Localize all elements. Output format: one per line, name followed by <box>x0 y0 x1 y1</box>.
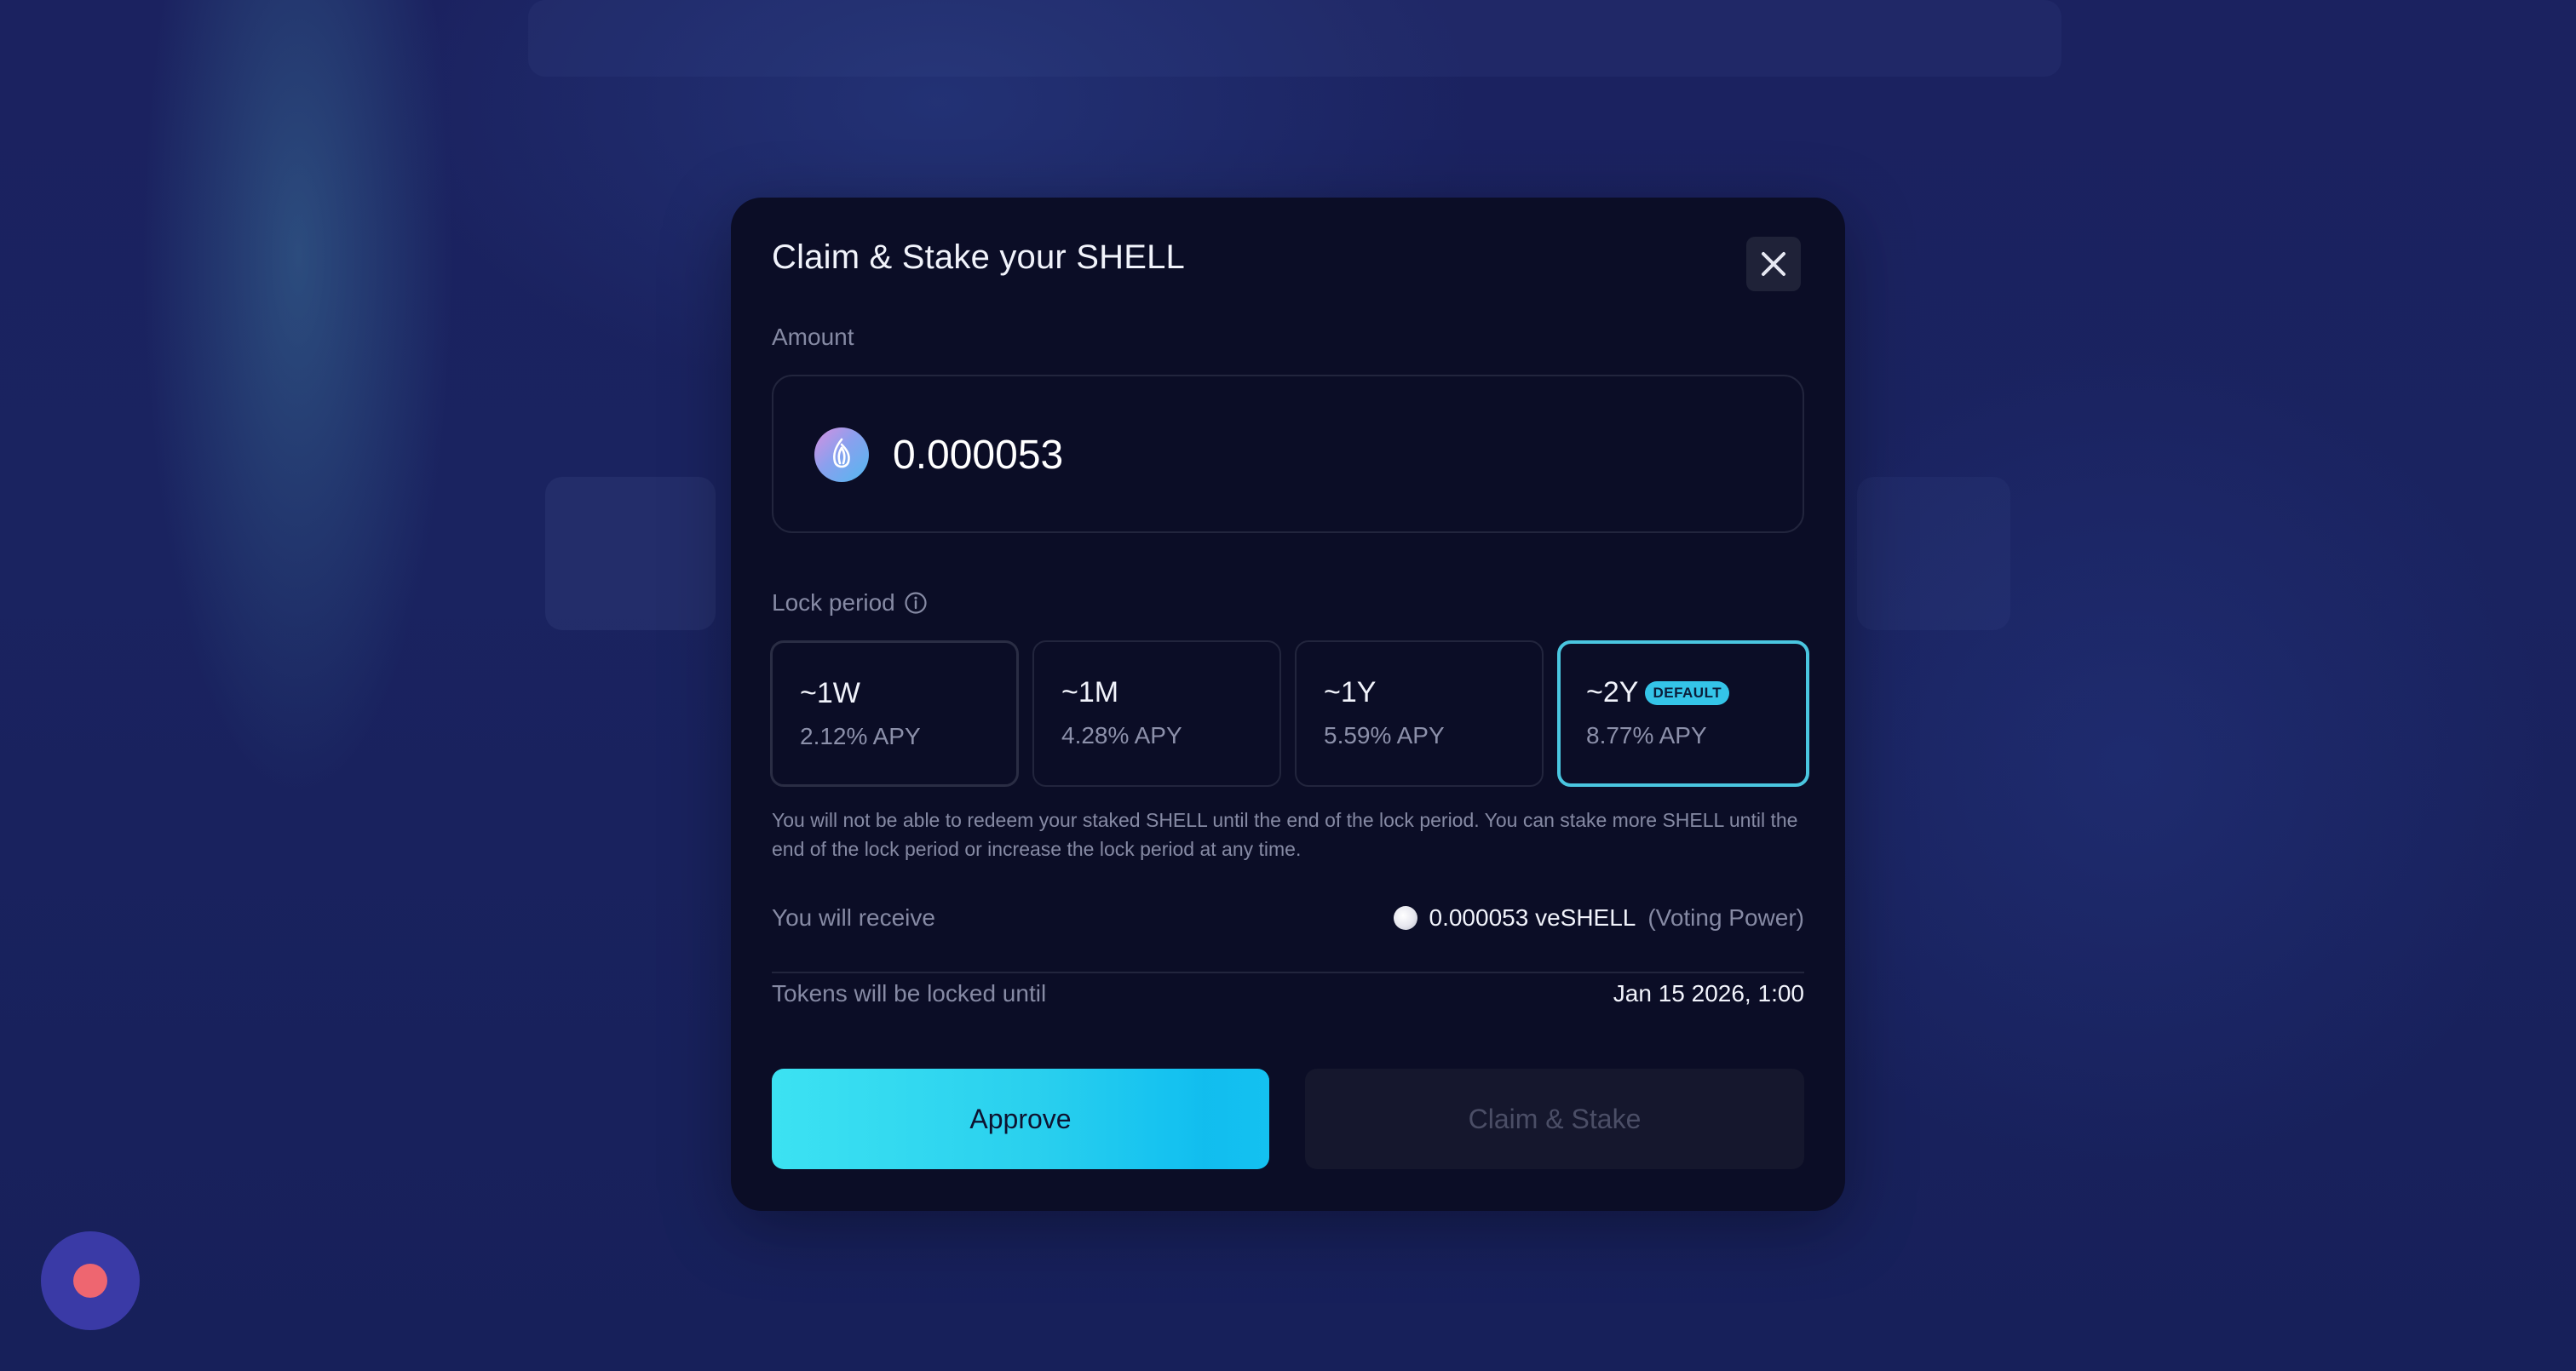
lock-period-note: You will not be able to redeem your stak… <box>772 809 1798 860</box>
background-panel <box>545 477 716 630</box>
receive-suffix: (Voting Power) <box>1647 904 1804 931</box>
amount-label: Amount <box>772 324 854 350</box>
amount-input[interactable] <box>893 427 1659 482</box>
modal-title: Claim & Stake your SHELL <box>772 238 1185 276</box>
background-panel <box>528 0 2061 77</box>
locked-until-label: Tokens will be locked until <box>772 980 1047 1007</box>
receive-row: You will receive 0.000053 veSHELL (Votin… <box>772 899 1804 937</box>
lock-option-name: ~1M <box>1061 676 1119 708</box>
approve-button-label: Approve <box>969 1103 1072 1134</box>
close-icon <box>1762 252 1785 276</box>
veshell-token-icon <box>1393 906 1417 930</box>
lock-option-name: ~1W <box>800 677 860 709</box>
lock-option-1w[interactable]: ~1W 2.12% APY <box>770 640 1019 787</box>
lock-option-apy: 4.28% APY <box>1061 722 1182 749</box>
info-icon[interactable] <box>904 591 928 615</box>
default-badge: DEFAULT <box>1645 680 1730 705</box>
lock-option-1m[interactable]: ~1M 4.28% APY <box>1032 640 1281 787</box>
lock-period-label: Lock period <box>772 589 895 616</box>
lock-option-name: ~2Y <box>1586 676 1639 708</box>
background-panel <box>1857 477 2010 630</box>
receive-value: 0.000053 veSHELL <box>1429 904 1636 931</box>
lock-period-options: ~1W 2.12% APY ~1M 4.28% APY ~1Y 5.59% AP… <box>770 640 1809 787</box>
locked-until-row: Tokens will be locked until Jan 15 2026,… <box>772 975 1804 1012</box>
lock-option-1y[interactable]: ~1Y 5.59% APY <box>1295 640 1544 787</box>
receive-value-group: 0.000053 veSHELL (Voting Power) <box>1393 904 1804 932</box>
locked-until-value: Jan 15 2026, 1:00 <box>1613 980 1804 1007</box>
lock-option-name-row: ~2Y DEFAULT <box>1586 676 1730 709</box>
approve-button[interactable]: Approve <box>772 1069 1269 1169</box>
lock-option-apy: 2.12% APY <box>800 723 921 749</box>
divider <box>772 972 1804 973</box>
amount-field[interactable] <box>772 375 1804 533</box>
chat-indicator-icon <box>73 1264 107 1298</box>
lock-option-2y[interactable]: ~2Y DEFAULT 8.77% APY <box>1557 640 1809 787</box>
receive-label: You will receive <box>772 904 935 931</box>
chat-launcher-button[interactable] <box>41 1231 140 1330</box>
lock-option-apy: 5.59% APY <box>1324 722 1445 749</box>
lock-period-label-row: Lock period <box>772 589 928 617</box>
claim-stake-button-label: Claim & Stake <box>1468 1103 1642 1134</box>
claim-stake-modal: Claim & Stake your SHELL Amount Lock per… <box>731 198 1845 1211</box>
shell-token-icon <box>814 427 869 482</box>
claim-stake-button[interactable]: Claim & Stake <box>1305 1069 1804 1169</box>
lock-option-apy: 8.77% APY <box>1586 722 1707 749</box>
lock-option-name: ~1Y <box>1324 676 1377 708</box>
close-button[interactable] <box>1746 237 1801 291</box>
